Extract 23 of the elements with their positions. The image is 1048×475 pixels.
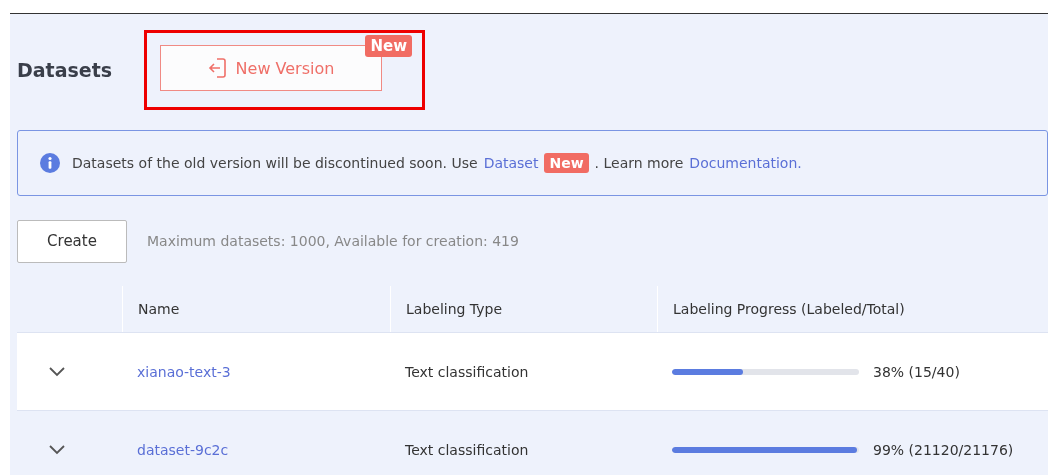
- documentation-link[interactable]: Documentation.: [689, 155, 802, 171]
- dataset-name-link[interactable]: dataset-9c2c: [137, 441, 229, 458]
- info-icon: [40, 153, 60, 173]
- new-badge: New: [365, 35, 412, 57]
- exit-icon: [207, 57, 228, 79]
- column-header: Labeling Progress (Labeled/Total): [673, 301, 905, 317]
- chevron-down-icon[interactable]: [49, 366, 65, 377]
- labeling-type: Text classification: [405, 363, 529, 380]
- new-badge: New: [544, 153, 589, 173]
- progress-text: 99% (21120/21176): [873, 441, 1014, 458]
- notice-text: . Learn more: [594, 155, 684, 171]
- chevron-down-icon[interactable]: [49, 444, 65, 455]
- column-header: Labeling Type: [406, 301, 503, 317]
- progress-text: 38% (15/40): [873, 363, 960, 380]
- dataset-link[interactable]: Dataset: [483, 155, 539, 171]
- quota-text: Maximum datasets: 1000, Available for creation: 419: [147, 233, 519, 249]
- table-row[interactable]: xianao-text-3 Text classification 38% (15/40): [17, 333, 1048, 411]
- column-header: Name: [138, 301, 180, 317]
- dataset-name-link[interactable]: xianao-text-3: [137, 363, 231, 380]
- notice-text: Datasets of the old version will be discontinued soon. Use: [72, 155, 478, 171]
- page-title: Datasets: [17, 59, 114, 81]
- labeling-type: Text classification: [405, 441, 529, 458]
- create-button[interactable]: Create: [17, 219, 127, 263]
